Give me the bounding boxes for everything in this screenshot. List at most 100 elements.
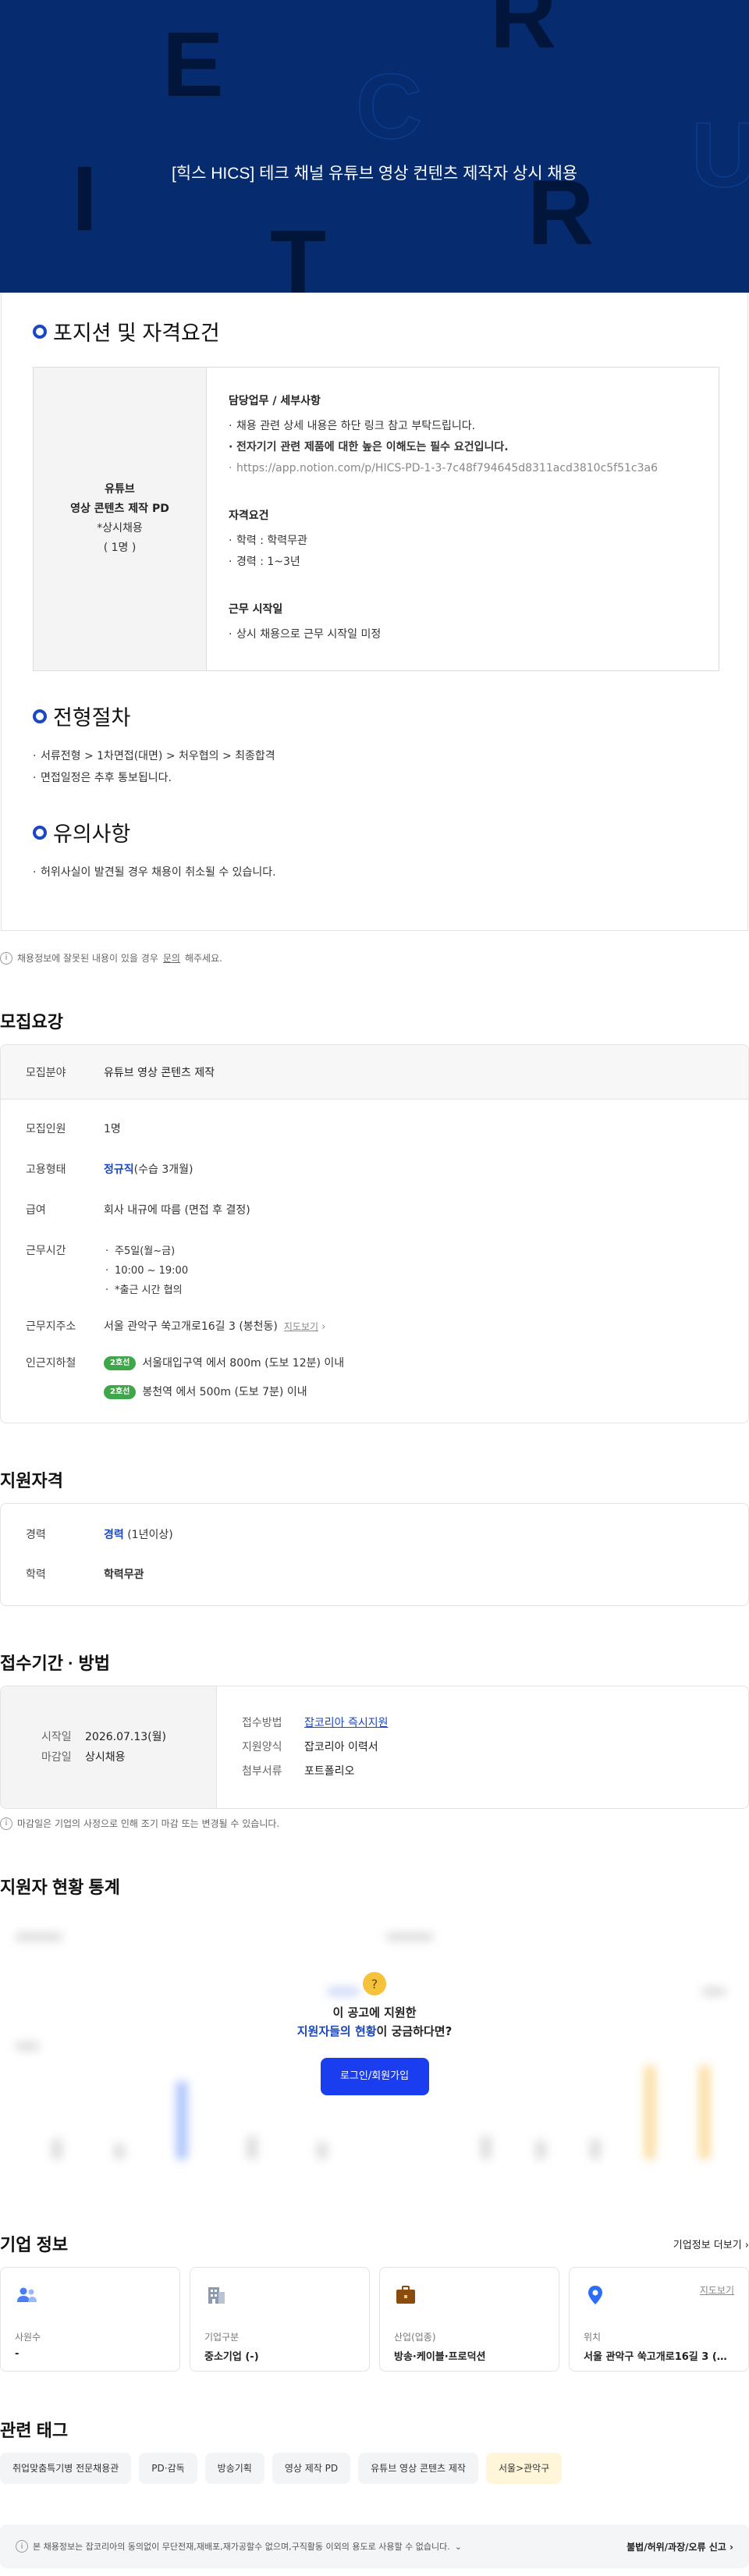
period-method: 접수방법 잡코리아 즉시지원 지원양식 잡코리아 이력서 첨부서류 포트폴리오 [217, 1686, 748, 1808]
circle-bullet-icon [33, 324, 47, 339]
subway-text: 서울대입구역 에서 800m (도보 12분) 이내 [142, 1357, 345, 1370]
caution-title: 유의사항 [53, 823, 131, 846]
form-row: 지원양식 잡코리아 이력서 [242, 1736, 748, 1760]
tags-section: 관련 태그 취업맞춤특기병 전문채용관 PD·감독 방송기획 영상 제작 PD … [0, 2417, 749, 2484]
deadline-notice: i 마감일은 기업의 사정으로 인해 조기 마감 또는 변경될 수 있습니다. [0, 1809, 749, 1830]
company-cards: 사원수 - 기업구분 중소기업 (-) 산업(업종) 방송·케이블·프로덕션 지… [0, 2267, 749, 2372]
subway-item: 2호선 봉천역 에서 500m (도보 7분) 이내 [104, 1383, 344, 1402]
deadline-notice-text: 마감일은 기업의 사정으로 인해 조기 마감 또는 변경될 수 있습니다. [17, 1818, 280, 1829]
report-link[interactable]: 불법/허위/과장/오류 신고 › [627, 2540, 733, 2553]
inquiry-link[interactable]: 문의 [163, 951, 180, 965]
salary-value: 회사 내규에 따름 (면접 후 결정) [104, 1204, 250, 1217]
hours-item: 주5일(월~금) [104, 1242, 188, 1261]
company-header: 기업 정보 기업정보 더보기 › [0, 2231, 749, 2256]
position-heading: 포지션 및 자격요건 [33, 316, 716, 346]
briefcase-icon [396, 2286, 415, 2304]
start-label: 시작일 [41, 1731, 72, 1743]
process-list: 서류전형 > 1차면접(대면) > 처우협의 > 최종합격 면접일정은 추후 통… [33, 745, 716, 789]
copyright-bar: i 본 채용정보는 잡코리아의 동의없이 무단전재,재배포,재가공할수 없으며,… [0, 2524, 749, 2568]
stats-section: 지원자 현황 통계 ? 이 공고에 지원한 지원자들의 현황이 궁금하다면? 로… [0, 1874, 749, 2214]
form-value: 잡코리아 이력서 [304, 1740, 378, 1753]
tags-list: 취업맞춤특기병 전문채용관 PD·감독 방송기획 영상 제작 PD 유튜브 영상… [0, 2453, 749, 2484]
address-row: 근무지주소 서울 관악구 쑥고개로16길 3 (봉천동) 지도보기 › [1, 1317, 748, 1337]
chevron-down-icon[interactable]: ⌄ [455, 2542, 462, 2552]
period-title: 접수기간 · 방법 [0, 1654, 110, 1673]
career-row: 경력 경력 (1년이상) [1, 1526, 748, 1545]
notion-link[interactable]: https://app.notion.com/p/HICS-PD-1-3-7c4… [229, 458, 697, 479]
requirement-item: 학력 : 학력무관 [229, 531, 697, 552]
card-label: 사원수 [15, 2332, 41, 2343]
education-row: 학력 학력무관 [1, 1565, 748, 1585]
subway-row: 인근지하철 2호선 서울대입구역 에서 800m (도보 12분) 이내 2호선 봉… [1, 1354, 748, 1402]
subway-line-badge: 2호선 [104, 1385, 137, 1399]
summary-field-row: 모집분야 유튜브 영상 콘텐츠 제작 [1, 1045, 748, 1100]
blur-bar [535, 2141, 546, 2159]
process-item: 서류전형 > 1차면접(대면) > 처우협의 > 최종합격 [33, 745, 716, 767]
stats-highlight: 지원자들의 현황 [296, 2024, 377, 2038]
form-label: 지원양식 [242, 1740, 282, 1753]
attach-value: 포트폴리오 [304, 1764, 355, 1778]
company-card-employees: 사원수 - [0, 2267, 180, 2372]
hours-item: *출근 시간 협의 [104, 1281, 188, 1300]
caution-list: 허위사실이 발견될 경우 채용이 취소될 수 있습니다. [33, 862, 716, 883]
tags-title: 관련 태그 [0, 2421, 69, 2440]
blur-bar [247, 2136, 257, 2159]
job-detail-body: 포지션 및 자격요건 유튜브 영상 콘텐츠 제작 PD *상시채용 ( 1명 )… [1, 293, 748, 931]
requirement-item: 경력 : 1~3년 [229, 552, 697, 573]
tag-item[interactable]: 유튜브 영상 콘텐츠 제작 [358, 2453, 478, 2484]
position-table: 유튜브 영상 콘텐츠 제작 PD *상시채용 ( 1명 ) 담당업무 / 세부사… [33, 367, 719, 671]
hours-label: 근무시간 [26, 1245, 66, 1257]
hero-bg-letter: R [490, 0, 557, 68]
circle-bullet-icon [33, 825, 47, 840]
position-role: 영상 콘텐츠 제작 PD [70, 503, 169, 515]
apply-now-link[interactable]: 잡코리아 즉시지원 [304, 1717, 389, 1729]
employment-label: 고용형태 [26, 1164, 66, 1176]
company-more-link[interactable]: 기업정보 더보기 › [673, 2237, 749, 2251]
end-date-row: 마감일 상시채용 [41, 1747, 216, 1768]
qualification-section: 지원자격 경력 경력 (1년이상) 학력 학력무관 [0, 1467, 749, 1606]
caution-item: 허위사실이 발견될 경우 채용이 취소될 수 있습니다. [33, 862, 716, 883]
info-icon: i [0, 1817, 12, 1830]
blur-bar [114, 2144, 125, 2159]
tag-item[interactable]: 방송기획 [204, 2453, 264, 2484]
company-map-link[interactable]: 지도보기 [700, 2283, 734, 2297]
stats-area: ? 이 공고에 지원한 지원자들의 현황이 궁금하다면? 로그인/회원가입 [0, 1910, 749, 2214]
notice-text-end: 해주세요. [184, 953, 222, 964]
hero-banner: E R C U I R T [힉스 HICS] 테크 채널 유튜브 영상 컨텐츠… [0, 0, 749, 293]
method-row: 접수방법 잡코리아 즉시지원 [242, 1711, 748, 1736]
stats-title: 지원자 현황 통계 [0, 1878, 120, 1897]
education-label: 학력 [26, 1569, 46, 1581]
tag-item[interactable]: 취업맞춤특기병 전문채용관 [0, 2453, 132, 2484]
blur-bar [481, 2136, 492, 2159]
blur-bar [317, 2142, 328, 2159]
employment-note: (수습 3개월) [133, 1164, 193, 1176]
report-text: 불법/허위/과장/오류 신고 [627, 2541, 726, 2553]
building-icon [208, 2287, 225, 2304]
tag-item[interactable]: PD·감독 [139, 2453, 197, 2484]
headcount-label: 모집인원 [26, 1123, 66, 1135]
company-more-text: 기업정보 더보기 [673, 2239, 742, 2251]
subway-line-badge: 2호선 [104, 1356, 137, 1370]
career-label: 경력 [26, 1529, 46, 1541]
duty-item: 채용 관련 상세 내용은 하단 링크 참고 부탁드립니다. [229, 416, 697, 437]
caution-heading: 유의사항 [33, 817, 716, 847]
requirements-title: 자격요건 [229, 510, 269, 522]
blur-placeholder [16, 1933, 62, 1941]
method-label: 접수방법 [242, 1716, 282, 1729]
report-notice: i 채용정보에 잘못된 내용이 있을 경우 문의 해주세요. [0, 931, 749, 965]
card-value: - [15, 2348, 20, 2360]
career-value: 경력 [104, 1529, 124, 1541]
tag-item[interactable]: 영상 제작 PD [272, 2453, 351, 2484]
hero-bg-letter: T [270, 211, 327, 293]
login-button[interactable]: 로그인/회원가입 [320, 2058, 429, 2095]
chevron-right-icon: › [321, 1321, 326, 1333]
position-summary: 유튜브 영상 콘텐츠 제작 PD *상시채용 ( 1명 ) [34, 368, 207, 670]
hero-title: [힉스 HICS] 테크 채널 유튜브 영상 컨텐츠 제작자 상시 채용 [171, 165, 578, 183]
map-link[interactable]: 지도보기 [284, 1321, 318, 1332]
process-title: 전형절차 [53, 706, 131, 730]
tag-item-location[interactable]: 서울>관악구 [485, 2453, 563, 2484]
education-value: 학력무관 [104, 1569, 144, 1581]
career-note: (1년이상) [127, 1529, 173, 1541]
salary-row: 급여 회사 내규에 따름 (면접 후 결정) [1, 1201, 748, 1220]
info-icon: i [0, 951, 12, 965]
